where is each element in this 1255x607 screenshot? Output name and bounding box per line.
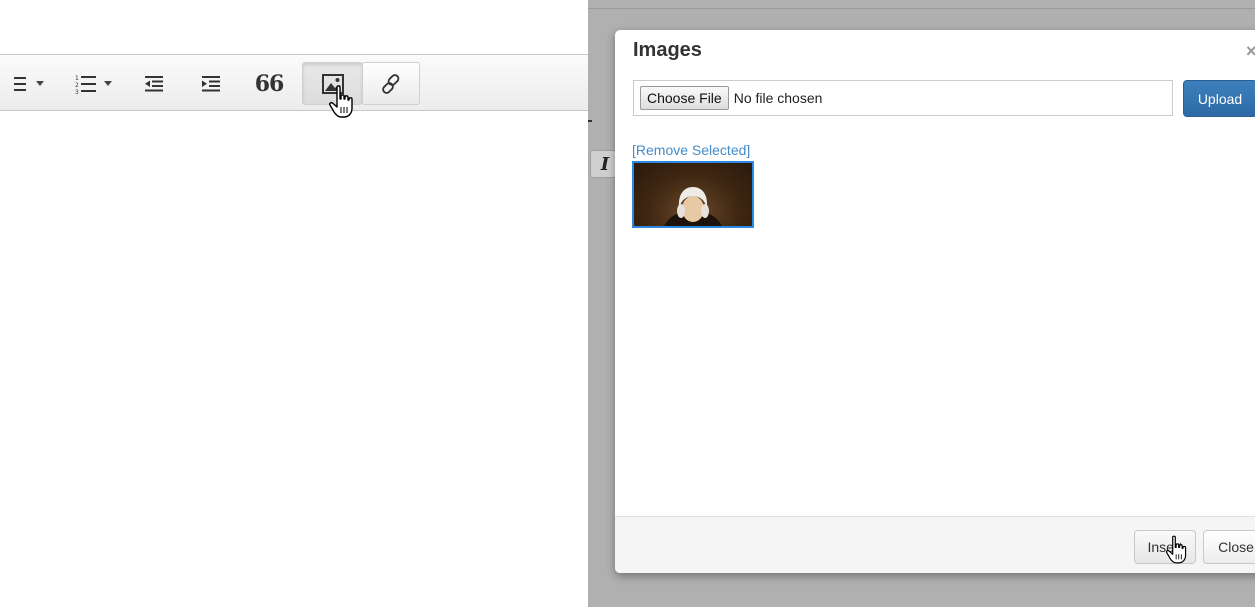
chevron-down-icon: [35, 81, 44, 86]
insert-image-button[interactable]: [302, 62, 363, 105]
toolbar-group-insert: [301, 61, 420, 105]
editor-header-area: [0, 0, 588, 55]
images-dialog: Images × Choose File No file chosen Uplo…: [615, 30, 1255, 573]
blockquote-icon: 66: [254, 70, 285, 97]
unordered-list-icon: [13, 76, 44, 92]
svg-text:3: 3: [75, 89, 79, 94]
outdent-icon: [145, 75, 163, 91]
insert-button[interactable]: Insert: [1134, 530, 1196, 564]
choose-file-button[interactable]: Choose File: [640, 86, 729, 110]
outdent-button[interactable]: [134, 62, 174, 105]
backdrop-mark: [588, 120, 592, 122]
svg-text:2: 2: [75, 82, 79, 89]
dialog-footer: Insert Close: [615, 516, 1255, 573]
editor-toolbar: 1 2 3 66: [0, 55, 588, 111]
ordered-list-icon: 1 2 3: [75, 74, 112, 94]
indent-button[interactable]: [191, 62, 231, 105]
close-button[interactable]: Close: [1203, 530, 1255, 564]
link-icon: [382, 73, 400, 94]
file-input[interactable]: Choose File No file chosen: [633, 80, 1173, 116]
dialog-title: Images: [633, 39, 702, 61]
dialog-header: Images ×: [615, 30, 1255, 70]
italic-icon: I: [600, 153, 610, 175]
ordered-list-button[interactable]: 1 2 3: [63, 62, 123, 105]
toolbar-group-paragraph: 1 2 3 66: [0, 61, 300, 104]
remove-selected-link[interactable]: [Remove Selected]: [632, 142, 750, 158]
insert-link-button[interactable]: [362, 62, 420, 105]
chevron-down-icon: [103, 81, 112, 86]
svg-text:1: 1: [75, 75, 79, 82]
backdrop-divider: [588, 8, 1255, 9]
unordered-list-button[interactable]: [1, 62, 56, 105]
image-icon: [321, 73, 344, 94]
indent-icon: [202, 75, 220, 91]
file-status-text: No file chosen: [733, 90, 823, 106]
image-thumbnail[interactable]: [632, 161, 754, 228]
portrait-image: [664, 187, 722, 226]
editor-panel: 1 2 3 66: [0, 0, 588, 607]
close-icon[interactable]: ×: [1246, 41, 1255, 62]
upload-button[interactable]: Upload: [1183, 80, 1255, 117]
blockquote-button[interactable]: 66: [247, 62, 291, 105]
